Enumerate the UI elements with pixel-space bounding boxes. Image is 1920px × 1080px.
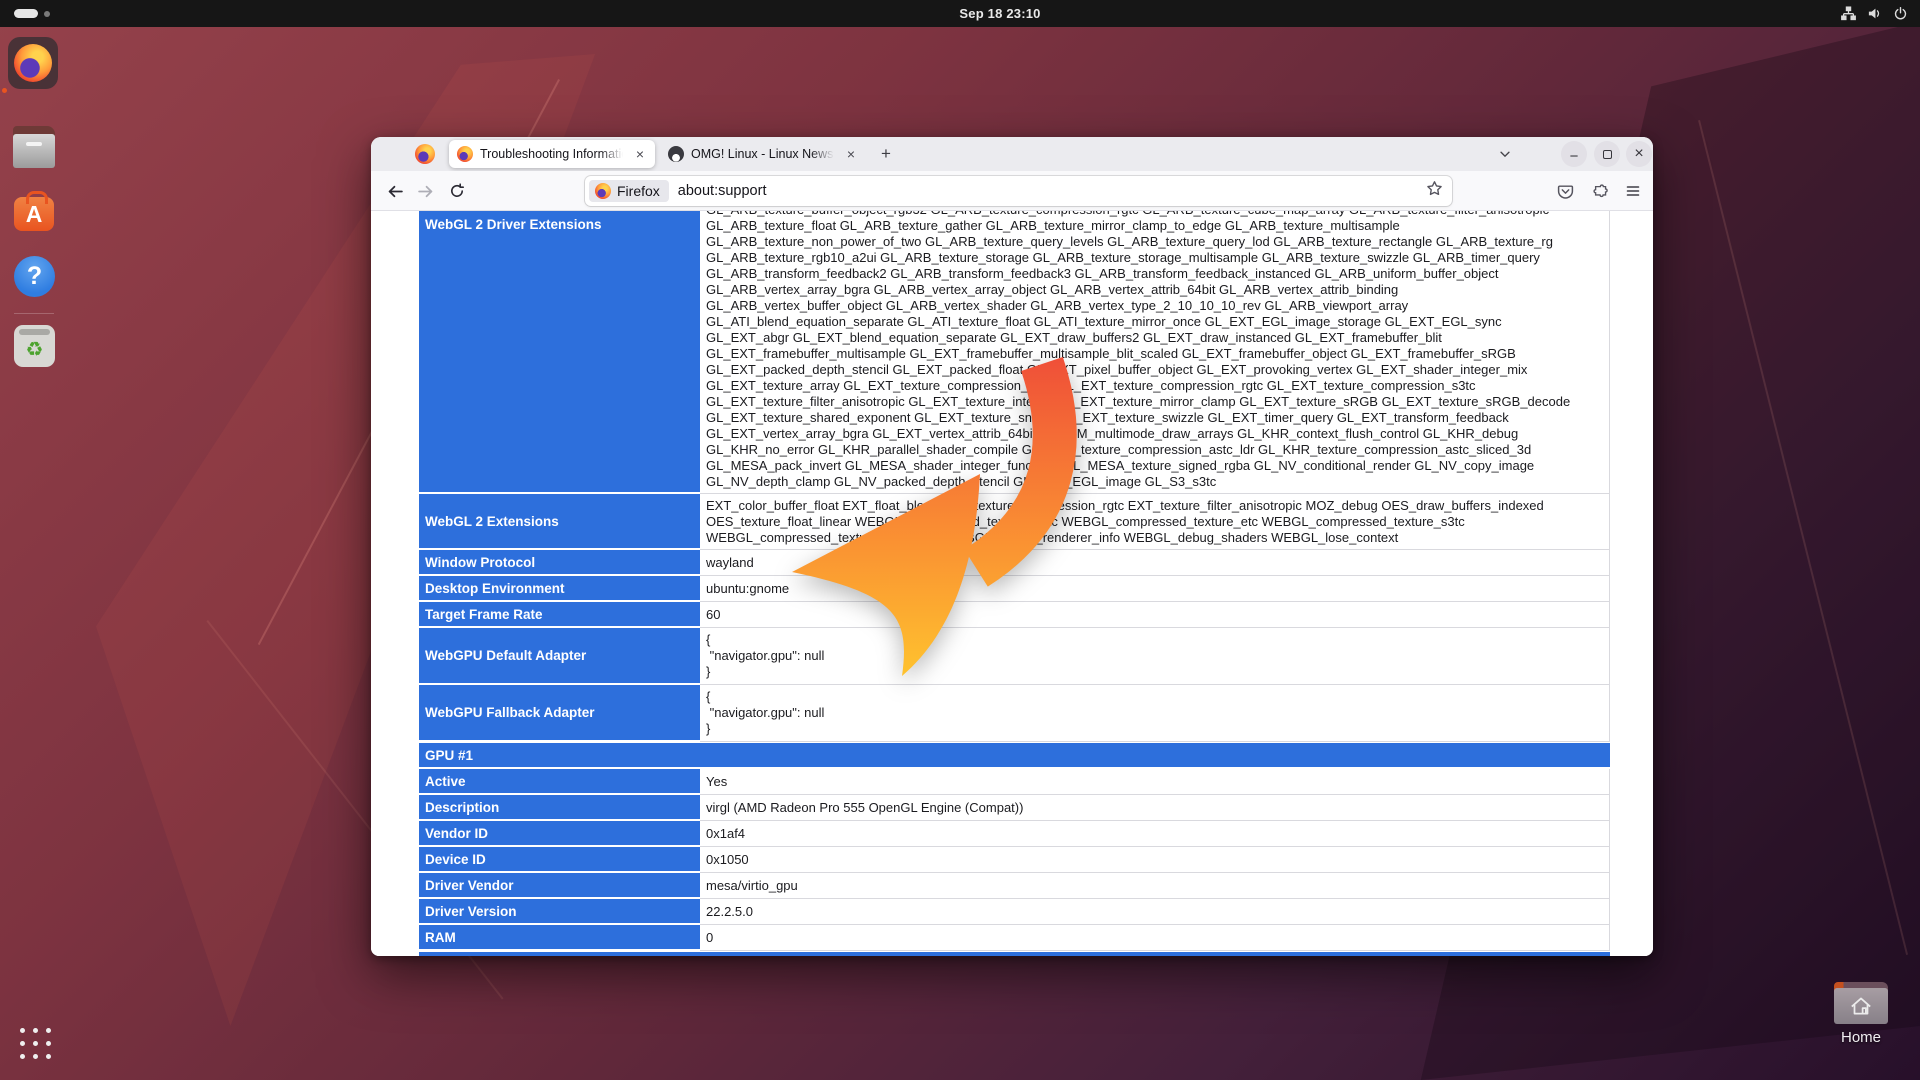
dock-item-trash[interactable]: ♻ (14, 325, 55, 367)
row-label: Window Protocol (419, 550, 700, 576)
tab-troubleshooting[interactable]: Troubleshooting Information × (449, 140, 655, 168)
penguin-favicon (668, 146, 684, 162)
identity-chip[interactable]: Firefox (589, 180, 669, 202)
dock-item-files[interactable] (13, 126, 55, 170)
dock-item-app-center[interactable]: A (14, 197, 54, 231)
extensions-icon[interactable] (1588, 179, 1612, 203)
power-icon (1893, 6, 1908, 21)
tab-close-icon[interactable]: × (633, 146, 647, 162)
back-button[interactable] (383, 179, 407, 203)
table-row: RAM 0 (419, 925, 1610, 951)
tab-omg-linux[interactable]: OMG! Linux - Linux News, × (660, 140, 866, 168)
tab-bar: Troubleshooting Information × OMG! Linux… (371, 137, 1653, 171)
row-label: Description (419, 795, 700, 821)
row-label: WebGL 2 Extensions (419, 494, 700, 550)
dock-separator (14, 313, 54, 314)
section-header-gpu1: GPU #1 (419, 742, 1610, 769)
trash-icon: ♻ (26, 337, 44, 362)
close-button[interactable]: × (1626, 141, 1652, 167)
row-value: 22.2.5.0 (700, 899, 1610, 925)
tab-title: Troubleshooting Information (480, 147, 626, 161)
navigation-toolbar: Firefox about:support (371, 171, 1653, 211)
house-icon (1848, 993, 1874, 1019)
tab-close-icon[interactable]: × (844, 146, 858, 162)
row-value: { "navigator.gpu": null } (706, 689, 824, 737)
row-label: Active (419, 769, 700, 795)
new-tab-button[interactable]: + (875, 143, 897, 165)
url-text[interactable]: about:support (678, 183, 1426, 199)
annotation-arrow-down-left (780, 356, 1090, 686)
minimize-button[interactable]: − (1561, 141, 1587, 167)
forward-button[interactable] (413, 179, 437, 203)
row-value: 0x1af4 (700, 821, 1610, 847)
row-label: Driver Vendor (419, 873, 700, 899)
row-label: Desktop Environment (419, 576, 700, 602)
table-row: Driver Vendor mesa/virtio_gpu (419, 873, 1610, 899)
dock-item-help[interactable]: ? (14, 256, 55, 297)
row-label: WebGPU Fallback Adapter (419, 685, 700, 742)
firefox-favicon (457, 146, 473, 162)
clock[interactable]: Sep 18 23:10 (905, 0, 1095, 27)
row-label: RAM (419, 925, 700, 951)
tab-title: OMG! Linux - Linux News, (691, 147, 837, 161)
firefox-running-indicator (2, 88, 7, 93)
row-label: Driver Version (419, 899, 700, 925)
row-value: mesa/virtio_gpu (700, 873, 1610, 899)
row-label: Target Frame Rate (419, 602, 700, 628)
reload-button[interactable] (445, 179, 469, 203)
maximize-button[interactable] (1594, 141, 1620, 167)
bookmark-star-icon[interactable] (1426, 180, 1443, 202)
row-label: WebGPU Default Adapter (419, 628, 700, 685)
workspace-indicator-dot[interactable] (44, 11, 50, 17)
help-icon: ? (27, 262, 42, 291)
row-label: Device ID (419, 847, 700, 873)
firefox-icon (595, 183, 611, 199)
dock-item-firefox[interactable] (8, 37, 58, 89)
gnome-top-bar: Sep 18 23:10 (0, 0, 1920, 27)
identity-chip-label: Firefox (617, 183, 660, 199)
row-label: WebGL 2 Driver Extensions (419, 211, 700, 494)
hamburger-menu-icon[interactable] (1621, 179, 1645, 203)
row-value: 0x1050 (700, 847, 1610, 873)
table-row: Vendor ID 0x1af4 (419, 821, 1610, 847)
section-header-diagnostics: Diagnostics (419, 951, 1610, 956)
table-row: Active Yes (419, 769, 1610, 795)
network-icon (1841, 6, 1856, 21)
system-status-area[interactable] (1841, 0, 1908, 27)
row-value: Yes (700, 769, 1610, 795)
arrow-head (792, 474, 980, 676)
list-all-tabs-button[interactable] (1493, 143, 1517, 165)
firefox-icon (14, 44, 52, 82)
home-folder-shortcut[interactable]: Home (1830, 982, 1892, 1046)
row-value: 0 (700, 925, 1610, 951)
firefox-view-icon (415, 144, 435, 164)
row-label: Vendor ID (419, 821, 700, 847)
table-row: WebGPU Fallback Adapter { "navigator.gpu… (419, 685, 1610, 742)
home-folder-label: Home (1830, 1029, 1892, 1046)
volume-icon (1867, 6, 1882, 21)
arrow-tail (976, 364, 1055, 568)
table-row: Driver Version 22.2.5.0 (419, 899, 1610, 925)
row-value: virgl (AMD Radeon Pro 555 OpenGL Engine … (700, 795, 1610, 821)
workspace-indicator-pill[interactable] (14, 9, 38, 18)
table-row: Device ID 0x1050 (419, 847, 1610, 873)
address-bar[interactable]: Firefox about:support (585, 176, 1452, 206)
app-center-icon: A (26, 201, 43, 228)
table-row: Description virgl (AMD Radeon Pro 555 Op… (419, 795, 1610, 821)
maximize-icon (1603, 150, 1612, 159)
chevron-down-icon (1498, 147, 1512, 161)
show-applications-button[interactable] (20, 1028, 52, 1060)
home-folder-icon (1834, 982, 1888, 1024)
firefox-view-button[interactable] (415, 144, 435, 164)
pocket-button[interactable] (1553, 179, 1577, 203)
